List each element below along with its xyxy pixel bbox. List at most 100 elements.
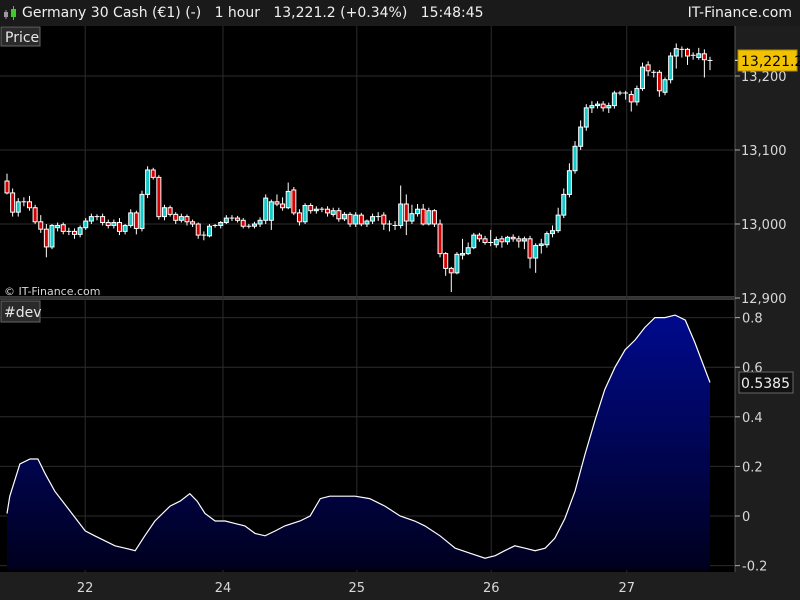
candle-body-down	[133, 212, 139, 229]
candle-body-up	[128, 212, 134, 226]
candle-body-down	[167, 207, 173, 215]
candle-body-down	[347, 213, 353, 225]
candle-body-down	[685, 48, 691, 57]
candle-body-down	[645, 64, 651, 72]
candle-body-down	[628, 94, 634, 103]
price-tick-label: 13,200	[741, 70, 787, 85]
candle	[668, 52, 674, 84]
candle-body-down	[26, 201, 32, 209]
candle	[263, 194, 269, 224]
candle-body-up	[285, 190, 291, 209]
candle-body-down	[100, 216, 106, 224]
candle-body-down	[4, 180, 10, 194]
candle-body-up	[111, 222, 117, 226]
candle-body-up	[662, 79, 668, 93]
indicator-tick-label: 0	[742, 510, 750, 525]
candle	[291, 187, 297, 216]
candle	[431, 209, 437, 227]
candle-body-up	[634, 88, 640, 103]
candle-body-down	[240, 219, 246, 227]
candle-body-down	[116, 222, 122, 232]
candle	[32, 204, 38, 224]
price-tick-label: 12,900	[741, 292, 787, 307]
candle-body-up	[578, 126, 584, 147]
candle	[583, 104, 589, 131]
candle-body-up	[313, 208, 319, 212]
candle-body-up	[521, 238, 527, 242]
candle-body-up	[611, 92, 617, 107]
candle-body-up	[505, 236, 511, 243]
candle-body-up	[302, 205, 308, 223]
candle-body-up	[83, 220, 89, 229]
candle	[572, 141, 578, 174]
candle-body-up	[583, 107, 589, 128]
time-tick-label: 22	[77, 581, 94, 596]
time-axis-panel[interactable]	[0, 572, 800, 600]
candle-body-down	[10, 192, 16, 213]
indicator-tick-label: 0.2	[742, 460, 763, 475]
candle-body-down	[60, 224, 66, 232]
time-tick-label: 26	[483, 581, 500, 596]
candle-body-up	[544, 233, 550, 246]
candle-body-down	[274, 201, 280, 205]
candle-body-up	[353, 214, 359, 225]
candle-body-up	[572, 145, 578, 172]
candle-body-down	[431, 210, 437, 225]
price-tick-label: 13,100	[741, 144, 787, 159]
candle-body-up	[251, 223, 257, 227]
watermark: © IT-Finance.com	[4, 285, 101, 298]
candle-body-down	[71, 230, 77, 235]
candle-body-up	[493, 239, 499, 246]
candle-body-up	[566, 170, 572, 195]
candle-body-up	[460, 253, 466, 256]
candle-body-up	[139, 193, 145, 229]
candle-body-up	[533, 244, 539, 259]
candle-body-up	[145, 169, 151, 195]
candle-body-up	[55, 224, 61, 229]
candle-body-down	[308, 205, 314, 212]
candle-body-down	[38, 221, 44, 230]
candle-body-down	[195, 223, 201, 236]
candle	[156, 175, 162, 220]
candle-body-down	[280, 203, 286, 209]
indicator-tick-label: 0.4	[742, 411, 763, 426]
candle-body-down	[190, 221, 196, 225]
chart-canvas[interactable]: 13,20013,10013,00012,9000.80.60.40.20-0.…	[0, 0, 800, 600]
candle-body-down	[482, 238, 488, 244]
candle	[206, 224, 212, 238]
candle-body-down	[476, 234, 482, 240]
candle-body-up	[538, 243, 544, 246]
indicator-tick-label: 0.8	[742, 312, 763, 327]
current-indicator-label: 0.5385	[741, 376, 790, 392]
time-tick-label: 27	[618, 581, 635, 596]
candle-body-up	[218, 222, 224, 226]
candle-body-up	[696, 53, 702, 58]
candle-body-up	[595, 103, 601, 107]
candle-body-down	[499, 238, 505, 243]
candle-body-down	[150, 169, 156, 178]
candle-body-down	[358, 214, 364, 225]
candle-body-up	[122, 224, 128, 232]
candle-body-up	[330, 210, 336, 215]
candle-body-up	[263, 197, 269, 221]
candle-body-up	[88, 216, 94, 222]
candle-body-down	[656, 71, 662, 92]
candle-body-up	[415, 208, 421, 215]
candle-body-down	[443, 253, 449, 269]
candle-body-down	[325, 208, 331, 214]
candle-body-up	[49, 224, 55, 248]
candle-body-down	[32, 207, 38, 223]
candle-body-down	[437, 223, 443, 255]
candle	[10, 188, 16, 217]
candle-body-down	[296, 212, 302, 223]
candle-body-down	[516, 238, 522, 242]
candle-body-down	[381, 214, 387, 225]
candle-body-up	[178, 216, 184, 221]
candle-body-down	[184, 216, 190, 223]
candle-body-up	[341, 213, 347, 220]
candle	[145, 166, 151, 199]
candle-body-down	[156, 176, 162, 218]
candle-body-up	[223, 217, 229, 224]
candle-body-up	[364, 220, 370, 225]
candle-body-up	[561, 193, 567, 216]
